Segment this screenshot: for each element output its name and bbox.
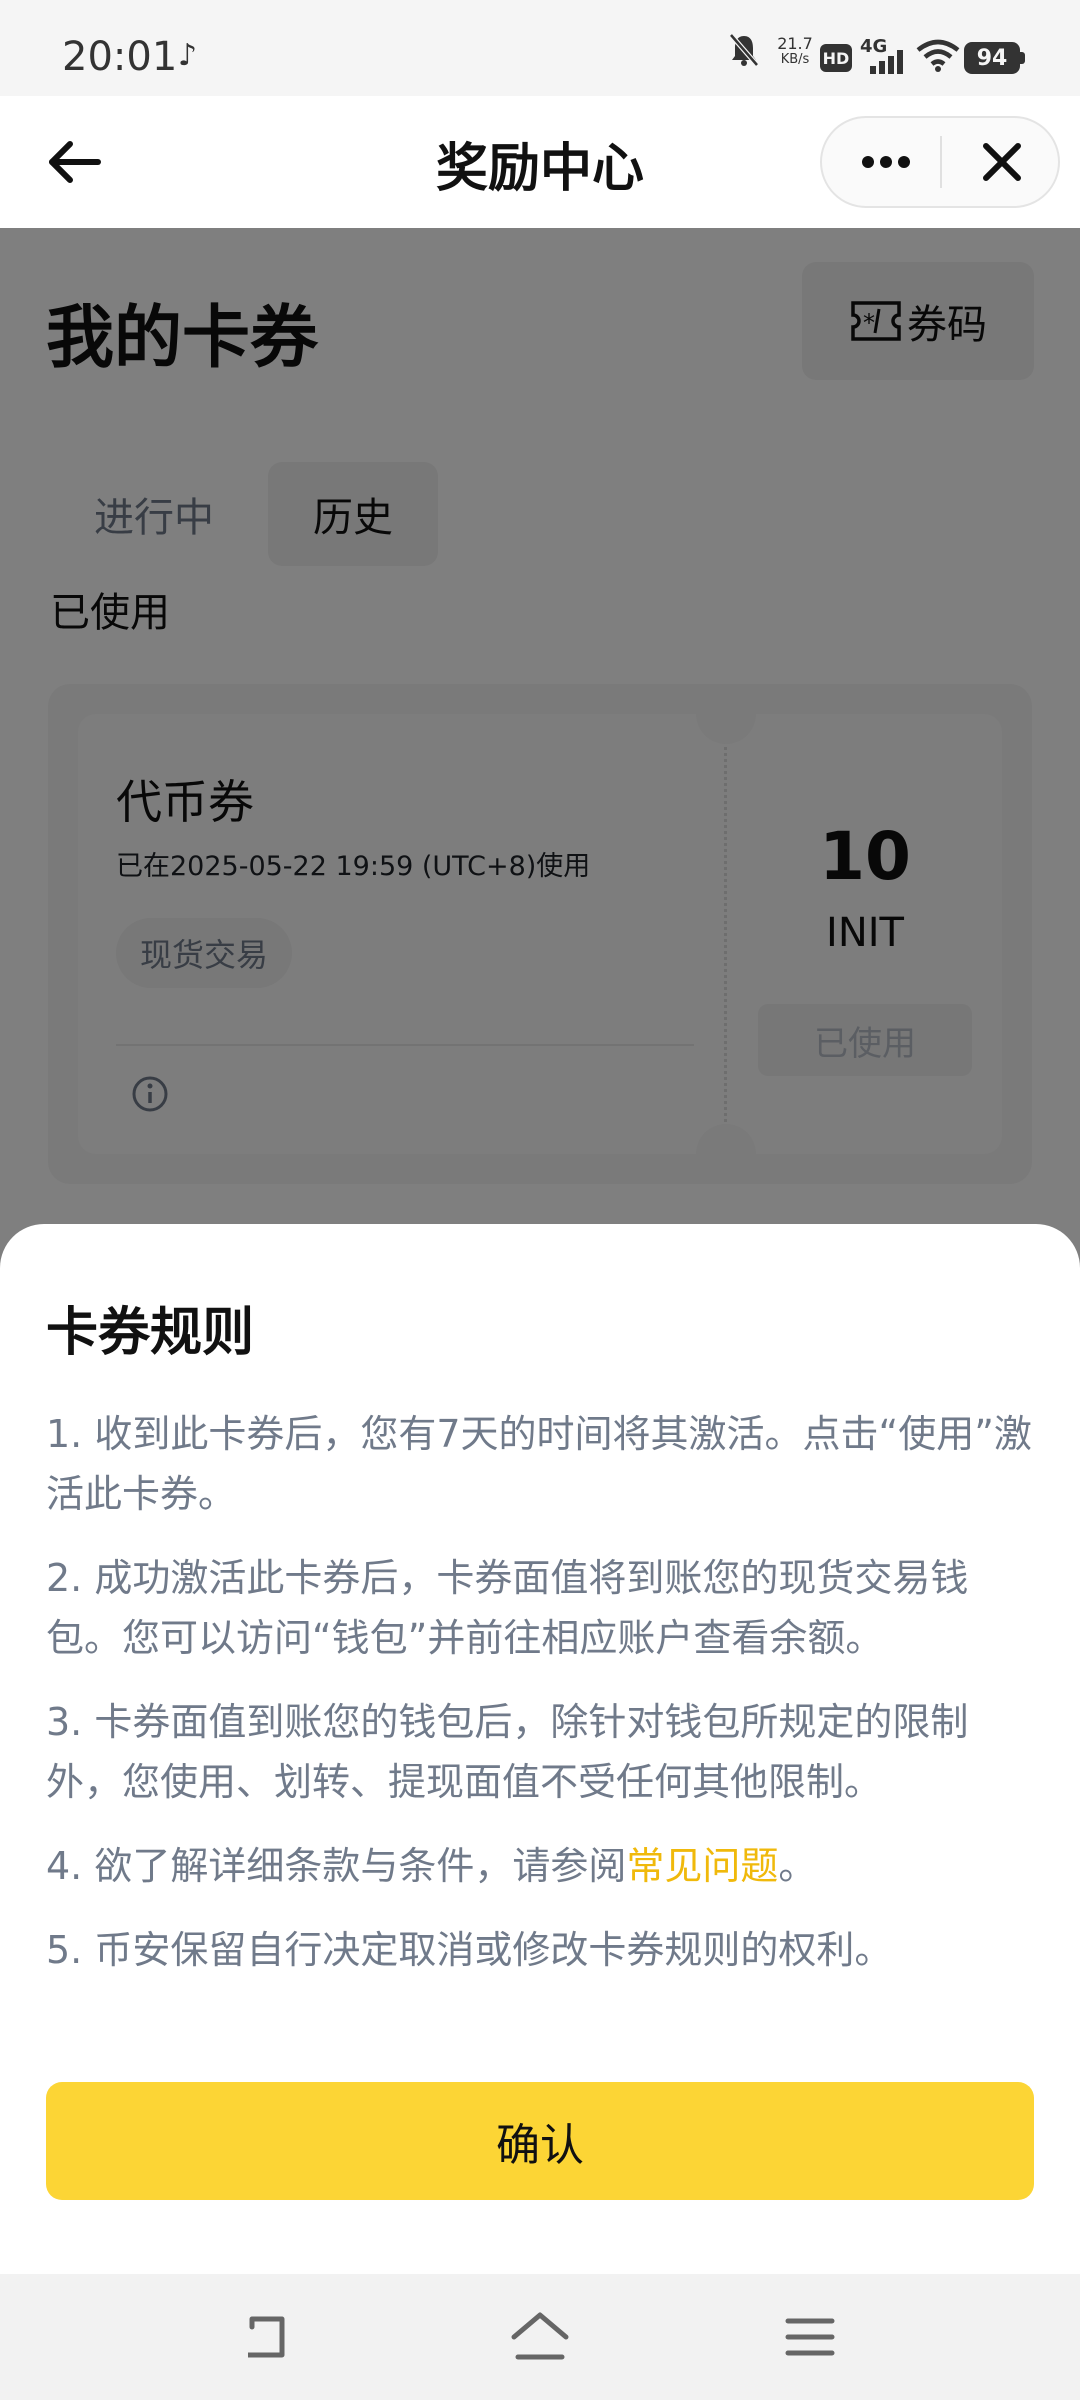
wifi-icon <box>916 38 960 72</box>
rule-item: 3. 卡券面值到账您的钱包后，除针对钱包所规定的限制外，您使用、划转、提现面值不… <box>46 1700 969 1804</box>
signal-icon <box>868 48 908 74</box>
net-speed: 21.7 KB/s <box>770 36 820 68</box>
system-nav-bar <box>0 2274 1080 2400</box>
confirm-button[interactable]: 确认 <box>46 2082 1034 2200</box>
capsule-divider <box>940 136 942 188</box>
rule4-prefix: 4. 欲了解详细条款与条件，请参阅 <box>46 1844 627 1888</box>
rules-bottom-sheet: 卡券规则 1. 收到此卡券后，您有7天的时间将其激活。点击“使用”激活此卡券。 … <box>0 1224 1080 2274</box>
net-speed-unit: KB/s <box>780 52 810 67</box>
battery-level: 94 <box>976 45 1008 71</box>
nav-menu-button[interactable] <box>770 2304 850 2370</box>
battery-tip <box>1020 52 1025 64</box>
nav-home-icon <box>511 2312 569 2360</box>
more-button[interactable] <box>846 132 926 192</box>
faq-link[interactable]: 常见问题 <box>626 1844 778 1888</box>
nav-back-icon <box>248 2316 285 2358</box>
rule-item: 1. 收到此卡券后，您有7天的时间将其激活。点击“使用”激活此卡券。 <box>46 1412 1032 1516</box>
close-button[interactable] <box>962 132 1042 192</box>
nav-back-button[interactable] <box>228 2304 308 2370</box>
rule4-suffix: 。 <box>778 1844 817 1888</box>
mute-bell-icon <box>726 30 762 70</box>
rules-list: 1. 收到此卡券后，您有7天的时间将其激活。点击“使用”激活此卡券。 2. 成功… <box>46 1404 1036 2004</box>
arrow-left-icon <box>49 141 101 183</box>
net-speed-value: 21.7 <box>777 34 813 53</box>
rule-item-faq: 4. 欲了解详细条款与条件，请参阅常见问题。 <box>46 1836 1036 1896</box>
hd-badge: HD <box>820 44 852 72</box>
app-header: 奖励中心 <box>0 96 1080 228</box>
status-time: 20:01 <box>62 34 178 80</box>
more-dots-icon <box>862 156 910 168</box>
status-bar: 20:01 ♪ 21.7 KB/s HD 4G 94 <box>0 0 1080 96</box>
rule-item: 2. 成功激活此卡券后，卡券面值将到账您的现货交易钱包。您可以访问“钱包”并前往… <box>46 1556 969 1660</box>
nav-menu-icon <box>785 2318 835 2356</box>
music-note-icon: ♪ <box>178 38 198 73</box>
sheet-title: 卡券规则 <box>46 1303 255 1363</box>
battery-icon: 94 <box>964 42 1020 74</box>
back-button[interactable] <box>38 132 108 192</box>
mini-program-capsule <box>820 116 1060 208</box>
close-icon <box>983 143 1021 181</box>
nav-home-button[interactable] <box>500 2304 580 2370</box>
rule-item: 5. 币安保留自行决定取消或修改卡券规则的权利。 <box>46 1928 893 1972</box>
